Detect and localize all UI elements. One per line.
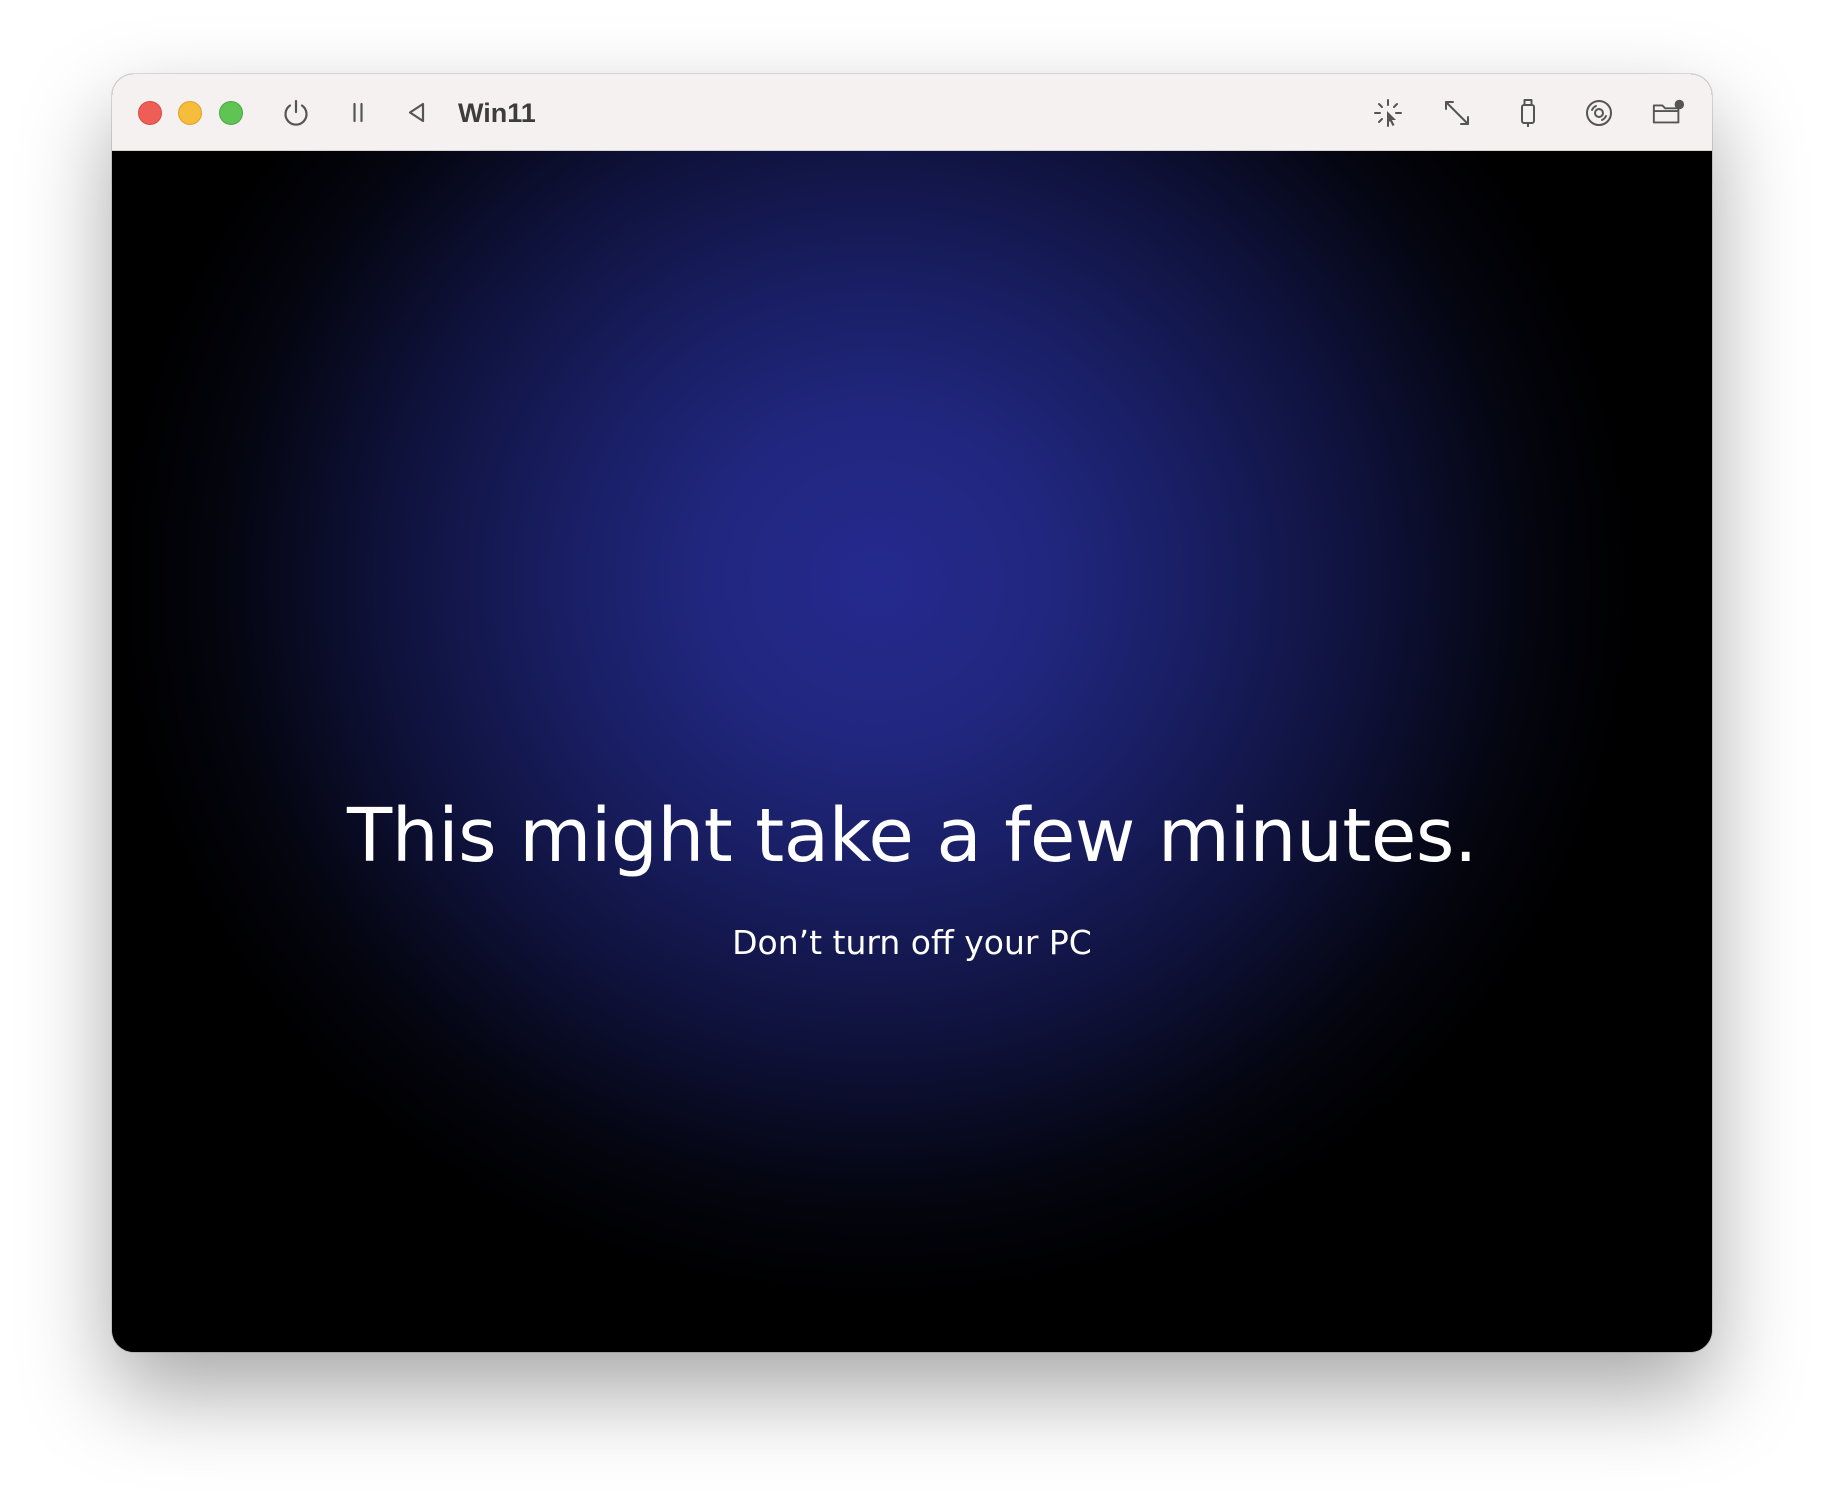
window-title: Win11 xyxy=(458,98,536,128)
minimize-window-button[interactable] xyxy=(178,101,202,125)
capture-pointer-icon[interactable] xyxy=(1371,96,1405,130)
usb-device-icon[interactable] xyxy=(1511,96,1545,130)
maximize-window-button[interactable] xyxy=(219,101,243,125)
shared-folder-icon[interactable] xyxy=(1651,96,1685,130)
back-triangle-icon[interactable] xyxy=(400,96,434,130)
pause-icon[interactable] xyxy=(341,96,375,130)
resize-arrows-icon[interactable] xyxy=(1440,96,1474,130)
setup-subline: Don’t turn off your PC xyxy=(732,923,1092,962)
disc-drive-icon[interactable] xyxy=(1582,96,1616,130)
setup-headline: This might take a few minutes. xyxy=(347,793,1477,879)
vm-window: Win11 This might take a few minutes. Don… xyxy=(112,74,1712,1352)
vm-display[interactable]: This might take a few minutes. Don’t tur… xyxy=(112,151,1712,1352)
close-window-button[interactable] xyxy=(138,101,162,125)
window-titlebar[interactable]: Win11 xyxy=(112,74,1712,151)
power-icon[interactable] xyxy=(279,96,313,130)
